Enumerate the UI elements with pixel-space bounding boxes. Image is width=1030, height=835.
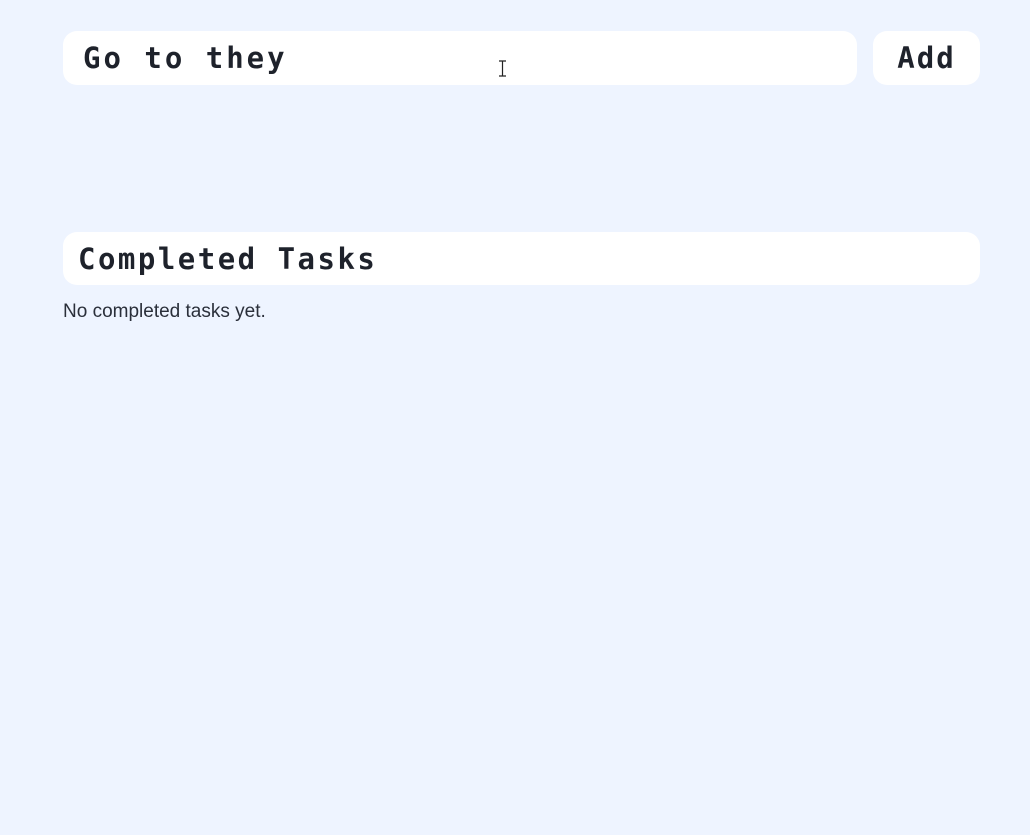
add-task-button[interactable]: Add (873, 31, 980, 85)
completed-tasks-title: Completed Tasks (78, 241, 378, 276)
completed-tasks-header: Completed Tasks (63, 232, 980, 285)
new-task-input[interactable] (63, 31, 857, 85)
completed-tasks-empty-message: No completed tasks yet. (63, 301, 266, 322)
